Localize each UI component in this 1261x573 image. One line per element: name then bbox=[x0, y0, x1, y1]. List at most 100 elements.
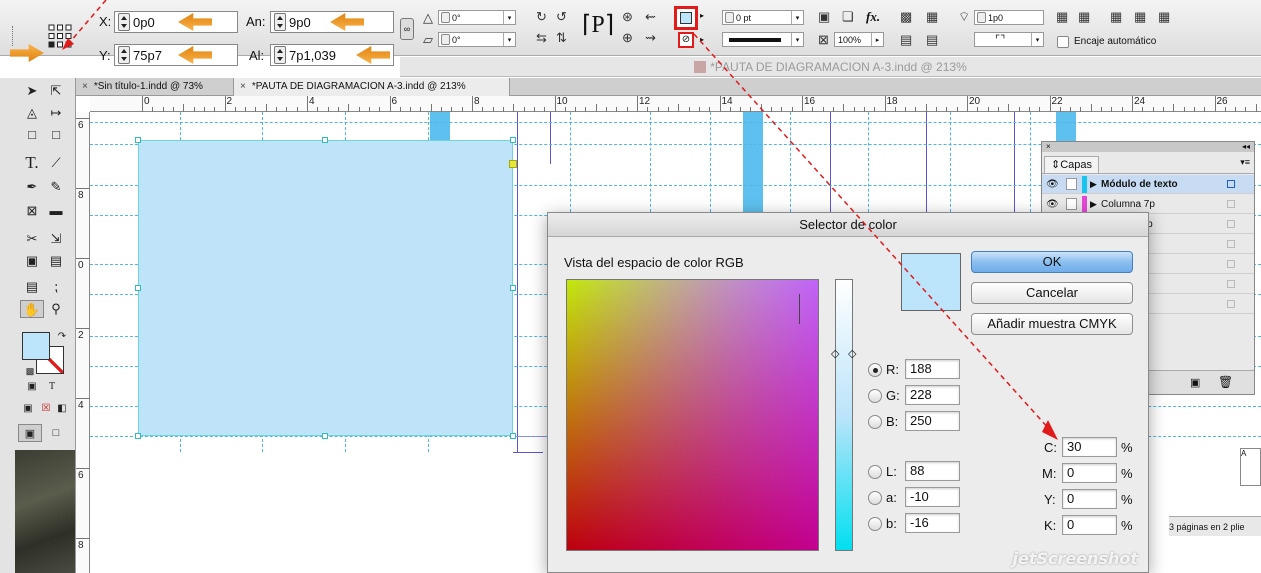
hand-tool-icon[interactable]: ✋ bbox=[20, 300, 44, 318]
page-tool-icon[interactable]: ◬ bbox=[22, 104, 42, 122]
m-input[interactable]: 0 bbox=[1062, 463, 1117, 483]
visibility-eye-icon[interactable]: 👁 bbox=[1046, 175, 1059, 194]
fit-content-to-frame-icon[interactable]: ▦ bbox=[1056, 9, 1068, 25]
fit-frame-to-content-icon[interactable]: ▦ bbox=[1078, 9, 1090, 25]
frame-handle[interactable] bbox=[135, 285, 141, 291]
flip-horizontal-icon[interactable]: ⇆ bbox=[536, 30, 547, 46]
shear-stepper[interactable] bbox=[441, 34, 450, 45]
frame-handle[interactable] bbox=[135, 433, 141, 439]
reference-point-icon[interactable] bbox=[48, 24, 72, 48]
apply-gradient-icon[interactable]: ◧ bbox=[52, 400, 72, 418]
text-frame[interactable] bbox=[138, 140, 513, 436]
close-panel-icon[interactable]: × bbox=[1046, 142, 1051, 151]
panel-grip[interactable] bbox=[12, 26, 26, 46]
scissors-tool-icon[interactable]: ✂ bbox=[22, 230, 42, 248]
frame-handle[interactable] bbox=[510, 433, 516, 439]
fit-proportionally-icon[interactable]: ▦ bbox=[1158, 9, 1170, 25]
opacity-dropdown[interactable]: ▸ bbox=[871, 33, 883, 46]
y-field[interactable]: 75p7 bbox=[114, 44, 238, 66]
width-stepper[interactable] bbox=[274, 13, 286, 31]
panel-menu-icon[interactable]: ▾≡ bbox=[1240, 157, 1250, 168]
frame-handle[interactable] bbox=[510, 285, 516, 291]
stroke-type-dropdown[interactable]: ▾ bbox=[791, 33, 803, 46]
stroke-type-select[interactable]: ▾ bbox=[722, 32, 804, 47]
x-stepper[interactable] bbox=[118, 13, 130, 31]
fill-dropdown-icon[interactable]: ▸ bbox=[700, 11, 704, 20]
screen-mode-icon[interactable]: □ bbox=[46, 424, 66, 442]
lock-icon[interactable] bbox=[1066, 198, 1077, 210]
layer-target-icon[interactable] bbox=[1227, 260, 1235, 268]
ok-button[interactable]: OK bbox=[971, 251, 1133, 273]
opacity-field[interactable]: 100% ▸ bbox=[834, 32, 884, 47]
rotate-ccw-icon[interactable]: ↺ bbox=[556, 9, 567, 25]
tab-layers[interactable]: ⇕Capas bbox=[1044, 156, 1100, 173]
color-slider[interactable] bbox=[835, 279, 853, 551]
new-layer-icon[interactable]: ▣ bbox=[1190, 376, 1200, 389]
rotate-stepper[interactable] bbox=[441, 12, 450, 23]
layer-target-icon[interactable] bbox=[1227, 220, 1235, 228]
layer-target-icon[interactable] bbox=[1227, 300, 1235, 308]
frame-handle[interactable] bbox=[322, 137, 328, 143]
y-input[interactable]: 0 bbox=[1062, 489, 1117, 509]
select-previous-icon[interactable]: ⇜ bbox=[645, 9, 656, 25]
tab-pauta[interactable]: × *PAUTA DE DIAGRAMACION A-3.indd @ 213% bbox=[234, 78, 510, 96]
gradient-swatch-tool-icon[interactable]: ▣ bbox=[22, 252, 42, 270]
x-field[interactable]: 0p0 bbox=[114, 11, 238, 33]
line-tool-icon[interactable]: ⟋ bbox=[46, 154, 66, 172]
frame-handle[interactable] bbox=[322, 433, 328, 439]
page-thumbnail[interactable]: A bbox=[1240, 448, 1261, 486]
gutter-stepper[interactable] bbox=[977, 12, 986, 23]
stroke-swatch[interactable]: ⊘ bbox=[678, 32, 694, 48]
stroke-weight-dropdown[interactable]: ▾ bbox=[791, 11, 803, 24]
formatting-text-icon[interactable]: T bbox=[42, 378, 62, 396]
radio-b[interactable] bbox=[868, 415, 882, 429]
radio-l[interactable] bbox=[868, 465, 882, 479]
rotate-field[interactable]: 0° ▾ bbox=[438, 10, 516, 25]
b-input[interactable]: 250 bbox=[905, 411, 960, 431]
color-field-cursor[interactable] bbox=[799, 294, 811, 324]
collapse-panel-icon[interactable]: ◂◂ bbox=[1242, 142, 1250, 152]
layer-target-icon[interactable] bbox=[1227, 200, 1235, 208]
normal-view-icon[interactable]: ▣ bbox=[18, 424, 42, 442]
pen-tool-icon[interactable]: ✒ bbox=[22, 178, 42, 196]
l-input[interactable]: 88 bbox=[905, 461, 960, 481]
radio-r[interactable] bbox=[868, 363, 882, 377]
a-input[interactable]: -10 bbox=[905, 487, 960, 507]
frame-alignment-select[interactable]: ⌜⌝ ▾ bbox=[974, 32, 1044, 47]
gap-tool-icon[interactable]: ↦ bbox=[46, 104, 66, 122]
effects-icon[interactable]: fx. bbox=[866, 9, 880, 25]
close-tab-icon[interactable]: × bbox=[240, 81, 246, 92]
rotate-cw-icon[interactable]: ↻ bbox=[536, 9, 547, 25]
rectangle-tool-icon[interactable]: ▬ bbox=[46, 202, 66, 220]
stroke-weight-stepper[interactable] bbox=[725, 12, 734, 23]
in-port-icon[interactable] bbox=[509, 160, 517, 168]
r-input[interactable]: 188 bbox=[905, 359, 960, 379]
slider-handle-left[interactable]: ◇ bbox=[831, 347, 839, 360]
frame-alignment-dropdown[interactable]: ▾ bbox=[1031, 33, 1043, 46]
text-wrap-object-icon[interactable]: ▤ bbox=[900, 32, 912, 48]
radio-a[interactable] bbox=[868, 491, 882, 505]
flip-vertical-icon[interactable]: ⇅ bbox=[556, 30, 567, 46]
tab-sin-titulo[interactable]: × *Sin título-1.indd @ 73% bbox=[76, 78, 234, 96]
height-stepper[interactable] bbox=[274, 46, 286, 64]
layer-row[interactable]: 👁 ▶ Módulo de texto bbox=[1042, 175, 1254, 194]
lock-icon[interactable] bbox=[1066, 178, 1077, 190]
y-stepper[interactable] bbox=[118, 46, 130, 64]
layer-target-icon[interactable] bbox=[1227, 180, 1235, 188]
cancel-button[interactable]: Cancelar bbox=[971, 282, 1133, 304]
shadow-icon[interactable]: ❏ bbox=[842, 9, 854, 25]
k-input[interactable]: 0 bbox=[1062, 515, 1117, 535]
select-next-icon[interactable]: ⇝ bbox=[645, 30, 656, 46]
radio-g[interactable] bbox=[868, 389, 882, 403]
delete-layer-icon[interactable]: 🗑 bbox=[1218, 375, 1233, 389]
rotate-dropdown[interactable]: ▾ bbox=[503, 11, 515, 24]
direct-selection-tool-icon[interactable]: ⇱ bbox=[46, 82, 66, 100]
drop-shadow-icon[interactable]: ▣ bbox=[818, 9, 830, 25]
select-content-icon[interactable]: ⊕ bbox=[622, 30, 633, 46]
content-collector-icon[interactable]: □ bbox=[22, 126, 42, 144]
swap-colors-icon[interactable]: ↷ bbox=[52, 328, 72, 346]
type-tool-icon[interactable]: T. bbox=[22, 154, 42, 172]
lab-b-input[interactable]: -16 bbox=[905, 513, 960, 533]
gutter-field[interactable]: 1p0 bbox=[974, 10, 1044, 25]
fill-frame-proportionally-icon[interactable]: ▦ bbox=[1134, 9, 1146, 25]
